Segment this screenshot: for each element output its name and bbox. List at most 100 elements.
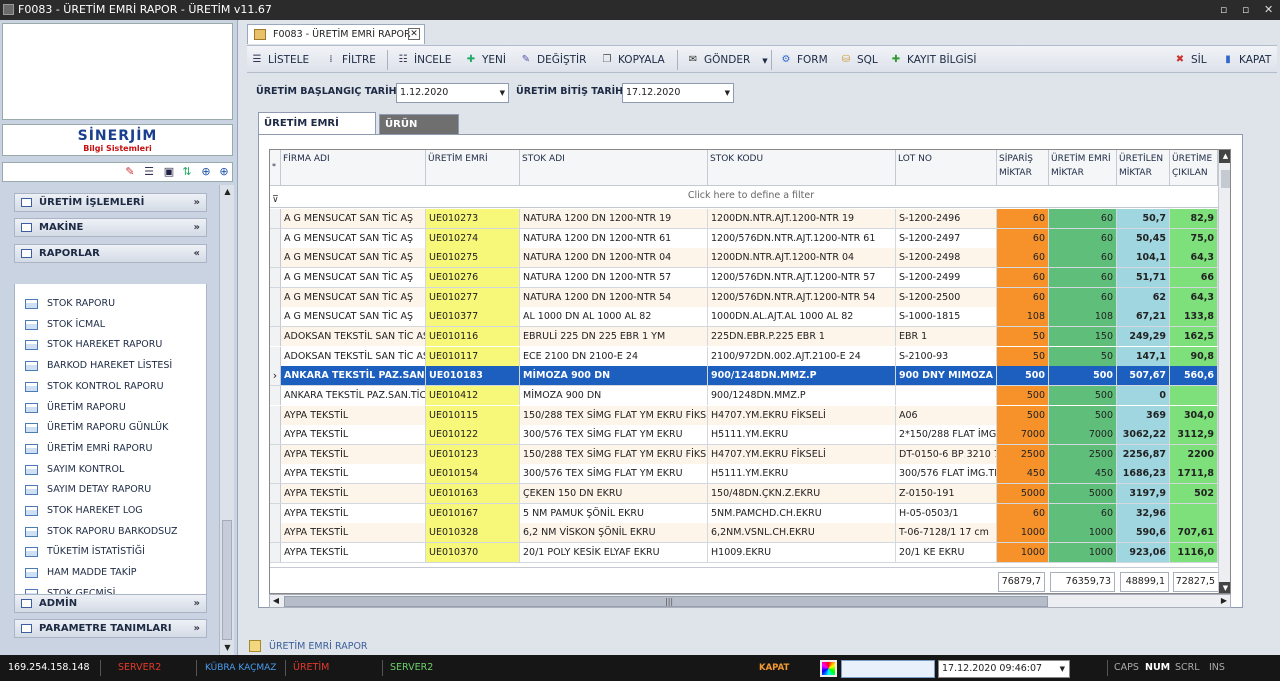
table-row[interactable]: A G MENSUCAT SAN TİC AŞ UE010277 NATURA 12… (270, 287, 1230, 308)
form-button[interactable]: ⚙ FORM (780, 52, 828, 68)
scroll-thumb[interactable] (1221, 170, 1230, 188)
table-row[interactable]: AYPA TEKSTİL UE010154 300/576 TEX SİMG FLA… (270, 464, 1230, 485)
bottom-document-tab[interactable]: ÜRETİM EMRİ RAPOR (247, 638, 1277, 655)
row-indicator[interactable] (270, 228, 281, 248)
column-header-uretilen[interactable]: ÜRETİLEN MİKTAR (1117, 150, 1170, 186)
degistir-button[interactable]: ✎ DEĞİŞTİR (520, 52, 587, 68)
report-item[interactable]: ÜRETİM RAPORU (25, 400, 126, 416)
document-tab[interactable]: F0083 - ÜRETİM EMRİ RAPOR ✕ (247, 24, 425, 44)
listele-button[interactable]: ☰ LİSTELE (251, 52, 310, 68)
eraser-icon[interactable]: ✎ (123, 165, 137, 179)
column-header-cikilan[interactable]: ÜRETİME ÇIKILAN (1170, 150, 1218, 186)
filtre-button[interactable]: ⁞ FİLTRE (325, 52, 375, 68)
group-makine[interactable]: MAKİNE » (14, 218, 207, 237)
row-indicator[interactable] (270, 346, 281, 366)
group-uretim-islemleri[interactable]: ÜRETİM İŞLEMLERİ » (14, 193, 207, 212)
row-indicator[interactable] (270, 543, 281, 563)
gonder-button[interactable]: ✉ GÖNDER ▼ (687, 52, 768, 68)
dropdown-icon[interactable]: ▼ (500, 84, 505, 102)
report-item[interactable]: SAYIM KONTROL (25, 462, 124, 478)
close-icon[interactable]: ✕ (1264, 0, 1273, 20)
row-indicator[interactable] (270, 484, 281, 504)
table-row[interactable]: AYPA TEKSTİL UE010122 300/576 TEX SİMG FLA… (270, 425, 1230, 445)
row-indicator[interactable] (270, 326, 281, 346)
dropdown-icon[interactable]: ▼ (725, 84, 730, 102)
yeni-button[interactable]: ✚ YENİ (465, 52, 506, 68)
sql-button[interactable]: ⛁ SQL (840, 52, 878, 68)
arrow-up-circle-icon[interactable]: ⊕ (217, 165, 231, 179)
row-indicator[interactable] (270, 464, 281, 484)
maximize-icon[interactable]: ▫ (1242, 0, 1249, 20)
table-row[interactable]: ›ANKARA TEKSTİL PAZ.SAN.TİCUE010183MİMOZ… (270, 366, 1230, 386)
table-row[interactable]: AYPA TEKSTİL UE010328 6,2 NM VİSKON ŞÖNİL … (270, 523, 1230, 543)
scroll-left-icon[interactable]: ◀ (270, 595, 282, 607)
row-indicator[interactable] (270, 248, 281, 268)
minimize-icon[interactable]: ▫ (1220, 0, 1227, 20)
table-row[interactable]: AYPA TEKSTİL UE010115 150/288 TEX SİMG FLA… (270, 405, 1230, 426)
report-item[interactable]: STOK İCMAL (25, 317, 105, 333)
filter-row[interactable]: ⊽ Click here to define a filter (270, 186, 1230, 208)
row-indicator[interactable] (270, 385, 281, 405)
row-indicator[interactable] (270, 405, 281, 425)
group-admin[interactable]: ADMİN » (14, 594, 207, 613)
table-row[interactable]: A G MENSUCAT SAN TİC AŞ UE010273 NATURA 12… (270, 209, 1230, 229)
row-indicator[interactable] (270, 444, 281, 464)
table-row[interactable]: ANKARA TEKSTİL PAZ.SAN.TİC UE010412 MİMOZA… (270, 385, 1230, 406)
row-indicator[interactable] (270, 267, 281, 287)
table-row[interactable]: ADOKSAN TEKSTİL SAN TİC AS UE010117 ECE 21… (270, 346, 1230, 367)
table-row[interactable]: A G MENSUCAT SAN TİC AŞ UE010276 NATURA 12… (270, 267, 1230, 288)
table-row[interactable]: A G MENSUCAT SAN TİC AŞ UE010274 NATURA 12… (270, 228, 1230, 249)
table-row[interactable]: ADOKSAN TEKSTİL SAN TİC AS UE010116 EBRULİ… (270, 326, 1230, 347)
save-icon[interactable]: ▣ (162, 165, 176, 179)
column-header-emri[interactable]: ÜRETİM EMRİ (426, 150, 520, 186)
report-item[interactable]: TÜKETİM İSTATİSTİĞİ (25, 544, 145, 560)
kopyala-button[interactable]: ❐ KOPYALA (601, 52, 665, 68)
scroll-down-icon[interactable]: ▼ (220, 641, 235, 655)
dropdown-icon[interactable]: ▼ (1060, 661, 1065, 677)
report-item[interactable]: STOK RAPORU BARKODSUZ (25, 524, 178, 540)
status-datetime-picker[interactable]: 17.12.2020 09:46:07 ▼ (938, 660, 1070, 678)
table-row[interactable]: AYPA TEKSTİL UE010370 20/1 POLY KESİK ELYA… (270, 543, 1230, 563)
incele-button[interactable]: ☷ İNCELE (397, 52, 452, 68)
grid-corner[interactable]: * (270, 150, 281, 186)
row-indicator[interactable]: › (270, 366, 281, 386)
report-item[interactable]: HAM MADDE TAKİP (25, 565, 137, 581)
tab-uretim-emri-takibi[interactable]: ÜRETİM EMRİ TAKİBİ (258, 112, 376, 151)
kayit-bilgisi-button[interactable]: ✚ KAYIT BİLGİSİ (890, 52, 977, 68)
list-icon[interactable]: ☰ (142, 165, 156, 179)
column-header-lot[interactable]: LOT NO (896, 150, 997, 186)
row-indicator[interactable] (270, 209, 281, 228)
close-tab-icon[interactable]: ✕ (408, 28, 420, 40)
row-indicator[interactable] (270, 523, 281, 543)
tab-urun-takibi[interactable]: ÜRÜN TAKİBİ (379, 114, 459, 150)
row-indicator[interactable] (270, 503, 281, 523)
scroll-down-icon[interactable]: ▼ (1219, 582, 1230, 593)
kapat-button[interactable]: ▮ KAPAT (1222, 52, 1271, 68)
row-indicator[interactable] (270, 287, 281, 307)
sidebar-scrollbar[interactable]: ▲ ▼ (219, 185, 234, 655)
report-item[interactable]: STOK RAPORU (25, 296, 115, 312)
sort-az-icon[interactable]: ⇅ (180, 165, 194, 179)
scroll-up-icon[interactable]: ▲ (1219, 150, 1230, 163)
scroll-thumb[interactable] (222, 520, 232, 640)
report-item[interactable]: STOK HAREKET RAPORU (25, 337, 162, 353)
column-header-siparis[interactable]: SİPARİŞ MİKTAR (997, 150, 1049, 186)
start-date-picker[interactable]: 1.12.2020 ▼ (396, 83, 509, 103)
scroll-up-icon[interactable]: ▲ (220, 185, 235, 199)
column-header-stokkodu[interactable]: STOK KODU (708, 150, 896, 186)
report-item[interactable]: STOK HAREKET LOG (25, 503, 143, 519)
report-item[interactable]: STOK KONTROL RAPORU (25, 379, 164, 395)
sil-button[interactable]: ✖ SİL (1174, 52, 1207, 68)
report-item[interactable]: ÜRETİM EMRİ RAPORU (25, 441, 152, 457)
group-raporlar[interactable]: RAPORLAR « (14, 244, 207, 263)
arrow-down-circle-icon[interactable]: ⊕ (199, 165, 213, 179)
report-item[interactable]: BARKOD HAREKET LİSTESİ (25, 358, 172, 374)
scroll-right-icon[interactable]: ▶ (1218, 595, 1230, 607)
row-indicator[interactable] (270, 425, 281, 445)
grid-horizontal-scrollbar[interactable]: ◀ ||| ▶ (269, 594, 1231, 608)
color-palette-icon[interactable] (820, 660, 837, 677)
column-header-stokadi[interactable]: STOK ADI (520, 150, 708, 186)
report-item[interactable]: ÜRETİM RAPORU GÜNLÜK (25, 420, 168, 436)
data-grid[interactable]: * FİRMA ADI ÜRETİM EMRİ STOK ADI STOK KODU LO… (269, 149, 1231, 594)
table-row[interactable]: AYPA TEKSTİL UE010167 5 NM PAMUK ŞÖNİL EKR… (270, 503, 1230, 524)
